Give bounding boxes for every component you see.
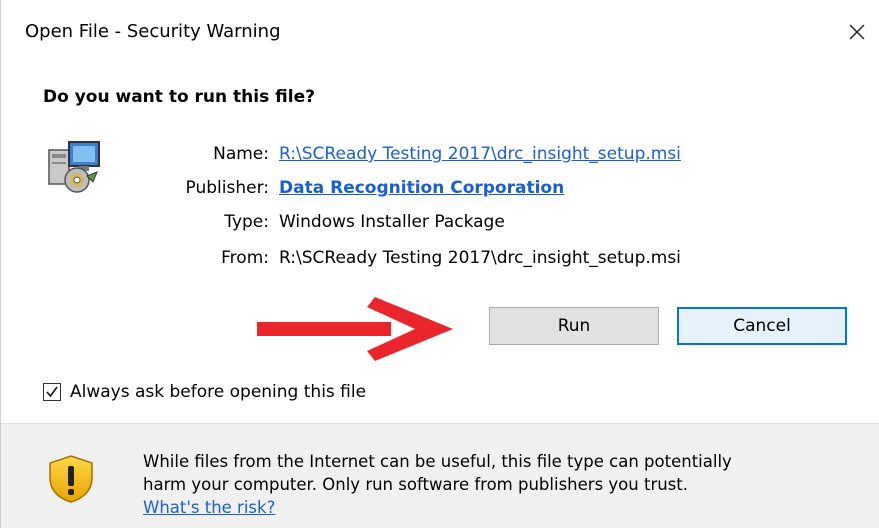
close-button[interactable] (839, 14, 875, 50)
warning-message: While files from the Internet can be use… (143, 450, 863, 519)
close-icon (849, 24, 865, 40)
publisher-link[interactable]: Data Recognition Corporation (279, 178, 564, 198)
title-bar: Open File - Security Warning (1, 0, 879, 64)
warning-footer: While files from the Internet can be use… (1, 423, 879, 528)
checkmark-icon (46, 386, 58, 398)
always-ask-checkbox[interactable] (43, 383, 61, 401)
file-source-value: R:\SCReady Testing 2017\drc_insight_setu… (279, 248, 681, 268)
file-name-link[interactable]: R:\SCReady Testing 2017\drc_insight_setu… (279, 144, 681, 164)
file-type-value: Windows Installer Package (279, 212, 505, 232)
security-warning-dialog: Open File - Security Warning Do you want… (0, 0, 879, 528)
warning-line-2: harm your computer. Only run software fr… (143, 475, 688, 494)
name-label: Name: (213, 144, 269, 164)
warning-line-1: While files from the Internet can be use… (143, 452, 732, 471)
run-file-question: Do you want to run this file? (43, 87, 315, 107)
always-ask-label: Always ask before opening this file (70, 382, 367, 402)
always-ask-option[interactable]: Always ask before opening this file (43, 378, 366, 406)
whats-the-risk-link[interactable]: What's the risk? (143, 496, 275, 519)
cancel-button[interactable]: Cancel (677, 307, 847, 345)
warning-shield-icon (49, 455, 93, 503)
type-label: Type: (224, 212, 269, 232)
window-title: Open File - Security Warning (25, 21, 281, 42)
publisher-label: Publisher: (185, 178, 269, 198)
run-button[interactable]: Run (489, 307, 659, 345)
from-label: From: (221, 248, 269, 268)
red-arrow-icon (257, 297, 453, 361)
